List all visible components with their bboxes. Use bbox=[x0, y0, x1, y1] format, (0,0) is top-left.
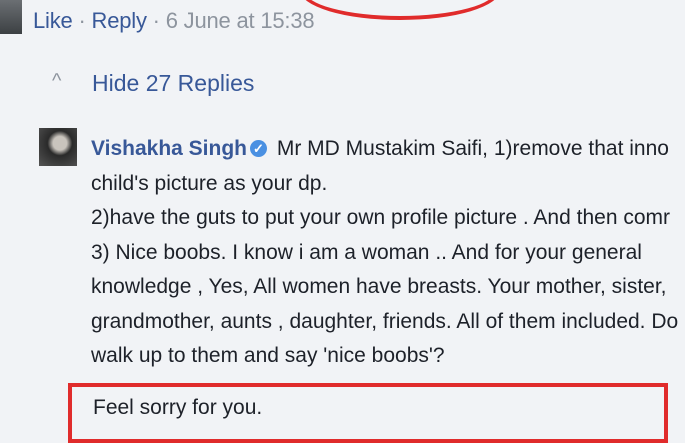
verified-badge-icon: ✓ bbox=[250, 140, 267, 157]
highlight-ellipse bbox=[300, 0, 500, 20]
comment-line: 2)have the guts to put your own profile … bbox=[91, 206, 670, 229]
previous-commenter-avatar[interactable] bbox=[0, 0, 22, 34]
comment-line: child's picture as your dp. bbox=[91, 171, 328, 195]
like-link[interactable]: Like bbox=[33, 8, 73, 33]
hide-replies-label: Hide 27 Replies bbox=[92, 70, 255, 96]
comment-line: grandmother, aunts , daughter, friends. … bbox=[91, 309, 679, 333]
hide-replies-toggle[interactable]: ^ Hide 27 Replies bbox=[52, 70, 254, 97]
reply-link[interactable]: Reply bbox=[92, 8, 147, 33]
comment-text: Mr MD Mustakim Saifi, 1)remove that inno bbox=[271, 137, 669, 160]
comment-timestamp[interactable]: 6 June at 15:38 bbox=[166, 8, 315, 33]
comment-line: 3) Nice boobs. I know i am a woman .. An… bbox=[91, 240, 642, 264]
comment-line-1: Vishakha Singh ✓ Mr MD Mustakim Saifi, 1)… bbox=[91, 132, 685, 167]
separator: · bbox=[72, 8, 92, 33]
caret-up-icon: ^ bbox=[52, 70, 62, 92]
author-name[interactable]: Vishakha Singh bbox=[91, 137, 247, 160]
comment-line: knowledge , Yes, All women have breasts.… bbox=[91, 275, 667, 298]
comment-actions: Like · Reply · 6 June at 15:38 bbox=[33, 8, 315, 34]
separator: · bbox=[146, 8, 166, 33]
reply-comment: Vishakha Singh ✓ Mr MD Mustakim Saifi, 1)… bbox=[91, 132, 685, 374]
comment-line: walk up to them and say 'nice boobs'? bbox=[91, 344, 445, 367]
comment-line-highlighted: Feel sorry for you. bbox=[93, 396, 263, 419]
avatar[interactable] bbox=[39, 128, 77, 166]
